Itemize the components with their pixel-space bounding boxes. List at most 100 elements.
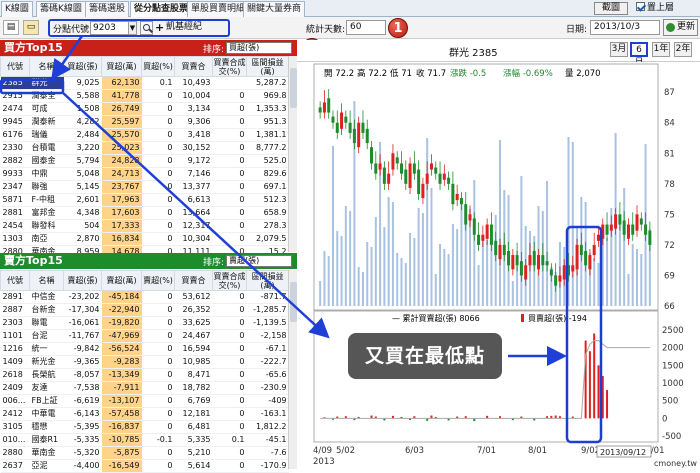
days-select[interactable]: 60 (346, 20, 386, 35)
sell-table-cell: 華南金 (29, 446, 64, 460)
sell-table-row[interactable]: 2618 長榮航 -8,057 -13,349 0 8,471 0 -65.6 (0, 368, 289, 382)
sell-table-row[interactable]: 006... FB上証 -6,619 -13,107 0 6,769 0 -409 (0, 394, 289, 408)
buy-table-row[interactable]: 2330 台積電 3,220 25,023 0 30,152 0 8,777.2 (0, 141, 289, 155)
buy-table-row[interactable]: 5871 F-中租 2,601 17,963 0 6,613 0 512.3 (0, 193, 289, 207)
buy-col-header[interactable]: 名稱 (29, 56, 64, 77)
sell-table-row[interactable]: 3105 穩懋 -5,395 -16,837 0 6,481 0 1,812.2 (0, 420, 289, 434)
branch-code-label: 分點代號: (53, 25, 93, 35)
branch-code-input[interactable]: 9203 (90, 21, 130, 35)
tab-chip-k-chart[interactable]: 籌碼K線圖 (36, 1, 86, 17)
sell-table-cell: -16,837 (101, 420, 142, 434)
sell-col-header[interactable]: 買賣合成交(%) (212, 270, 247, 291)
sell-table-cell: 2880 (0, 446, 30, 460)
buy-table-row[interactable]: 9945 潤泰新 4,282 25,597 0 9,306 0 951.3 (0, 115, 289, 129)
period-3m-button[interactable]: 3月 (610, 42, 628, 57)
buy-table-cell: 0 (141, 154, 175, 168)
sell-col-header[interactable]: 賣超(%) (141, 270, 175, 291)
price-tick-label: 72 (664, 241, 675, 251)
sell-table-row[interactable]: 010... 國泰R1 -5,335 -10,785 -0.1 5,335 0.1 -45.1 (0, 433, 289, 447)
buy-table-row[interactable]: 6176 瑞儀 2,484 25,570 0 3,418 0 1,381.1 (0, 128, 289, 142)
volume-bar (498, 140, 501, 306)
buy-col-header[interactable]: 買超(萬) (101, 56, 142, 77)
buy-col-header[interactable]: 買賣合成交(%) (212, 56, 247, 77)
sell-table-cell: 0 (212, 355, 247, 369)
candle-body (472, 218, 476, 235)
sell-col-header[interactable]: 賣超(張) (63, 270, 102, 291)
branch-name-link[interactable]: 凱基經紀 (166, 21, 202, 34)
sell-scroll-thumb[interactable] (290, 282, 297, 322)
sell-table-row[interactable]: 2637 亞泥 -4,400 -16,549 0 5,614 0 -170.9 (0, 459, 289, 473)
period-1y-button[interactable]: 1年 (652, 42, 670, 57)
sell-table-cell: -22,940 (101, 303, 142, 317)
sell-table-cell: -7,538 (63, 381, 102, 395)
sell-table-row[interactable]: 1216 統一 -9,842 -56,524 0 16,594 0 -67.1 (0, 342, 289, 356)
sell-table-row[interactable]: 2891 中信金 -23,202 -45,184 0 53,612 0 -871.7 (0, 290, 289, 304)
candle-body (541, 255, 545, 266)
volume-bar (490, 245, 493, 306)
sell-col-header[interactable]: 代號 (0, 270, 30, 291)
chevron-down-icon[interactable]: ▼ (128, 21, 137, 35)
buy-table-row[interactable]: 2882 國泰金 5,794 24,828 0 9,172 0 525.0 (0, 154, 289, 168)
candle-body (618, 214, 622, 225)
volume-bar (383, 227, 386, 306)
candle-body (511, 255, 515, 270)
buy-table-cell: 25,597 (101, 115, 142, 129)
buy-col-header[interactable]: 買超(張) (63, 56, 102, 77)
screenshot-button[interactable]: 截圖 (594, 2, 628, 15)
buy-table-row[interactable]: 2474 可成 1,508 26,749 0 3,134 0 1,353.3 (0, 102, 289, 116)
buy-table-row[interactable]: 9933 中鼎 5,048 24,713 0 7,146 0 829.6 (0, 167, 289, 181)
sell-table-row[interactable]: 2880 華南金 -5,320 -5,875 0 5,210 0 -7.6 (0, 446, 289, 460)
refresh-button[interactable]: 更新 (663, 19, 698, 36)
buy-col-header[interactable]: 買賣合 (174, 56, 213, 77)
tab-branch-stocks[interactable]: 從分點查股票 (130, 1, 193, 18)
search-icon[interactable] (140, 21, 153, 35)
open-file-icon[interactable]: ▤ (3, 20, 19, 35)
sell-table-row[interactable]: 2412 中華電 -6,143 -57,458 0 12,181 0 -163.1 (0, 407, 289, 421)
buy-col-header[interactable]: 代號 (0, 56, 30, 77)
buy-col-header[interactable]: 買超(%) (141, 56, 175, 77)
sell-scrollbar[interactable] (288, 270, 297, 469)
buy-table-row[interactable]: 2915 潤泰全 5,588 41,778 0 10,004 0 969.8 (0, 89, 289, 103)
period-2y-button[interactable]: 2年 (674, 42, 692, 57)
sell-sort-label: 排序: (203, 258, 225, 268)
sell-col-header[interactable]: 區間損益(萬) (246, 270, 289, 291)
sell-table-row[interactable]: 2887 台新金 -17,304 -22,940 0 26,352 0 -1,285.7 (0, 303, 289, 317)
sell-col-header[interactable]: 名稱 (29, 270, 64, 291)
tab-trade-details[interactable]: 單股買賣明細 (187, 1, 250, 17)
sell-sort-select[interactable]: 賣超(張) (226, 255, 292, 267)
date-select[interactable]: 2013/10/3 (590, 20, 660, 35)
period-6m-button[interactable]: 6月 (630, 42, 648, 68)
add-button[interactable]: + (155, 21, 164, 34)
folder-icon[interactable]: ▭ (23, 20, 39, 35)
candle-body (554, 275, 558, 286)
sell-table-cell: 12,181 (174, 407, 213, 421)
buy-sort-select[interactable]: 買超(張) (226, 42, 292, 54)
sell-col-header[interactable]: 買賣合 (174, 270, 213, 291)
tab-k-chart[interactable]: K線圖 (1, 1, 33, 17)
buy-table-row[interactable]: 2385 群光 9,025 62,130 0.1 10,493 5,287.2 (0, 76, 289, 90)
buy-table-row[interactable]: 2881 富邦金 4,348 17,603 0 13,664 0 658.9 (0, 206, 289, 220)
buy-table-row[interactable]: 2454 聯發科 504 17,333 0 12,317 0 278.3 (0, 219, 289, 233)
buy-table-row[interactable]: 1303 南亞 2,870 16,834 0 10,304 0 2,079.5 (0, 232, 289, 246)
sell-col-header[interactable]: 賣超(萬) (101, 270, 142, 291)
sell-table-row[interactable]: 1409 新光金 -9,365 -9,283 0 10,985 0 -222.7 (0, 355, 289, 369)
buy-col-header[interactable]: 區間損益(萬) (246, 56, 289, 77)
sell-table-row[interactable]: 1101 台泥 -11,767 -47,969 0 24,467 0 -2,158 (0, 329, 289, 343)
tab-key-brokers[interactable]: 關鍵大量券商 (243, 1, 306, 17)
always-on-top-checkbox[interactable]: 置上層 (636, 2, 674, 15)
buy-scrollbar[interactable] (288, 56, 297, 252)
sell-table-row[interactable]: 2409 友達 -7,538 -7,911 0 18,782 0 -230.9 (0, 381, 289, 395)
buy-table-cell: 829.6 (246, 167, 289, 181)
buy-table-row[interactable]: 2347 聯強 5,145 23,767 0 13,377 0 697.1 (0, 180, 289, 194)
buy-scroll-thumb[interactable] (290, 68, 297, 108)
sell-table-cell: 010... (0, 433, 30, 447)
sell-table-row[interactable]: 2303 聯電 -16,061 -19,820 0 33,625 0 -1,139.5 (0, 316, 289, 330)
candle-body (404, 169, 408, 184)
tab-chip-screener[interactable]: 籌碼選股 (85, 1, 130, 17)
volume-bar (520, 176, 523, 306)
buy-table-cell: 30,152 (174, 141, 213, 155)
candle-body (361, 122, 365, 133)
buy-table-cell: 2347 (0, 180, 30, 194)
candle-body (532, 251, 536, 266)
volume-bar (323, 251, 326, 306)
